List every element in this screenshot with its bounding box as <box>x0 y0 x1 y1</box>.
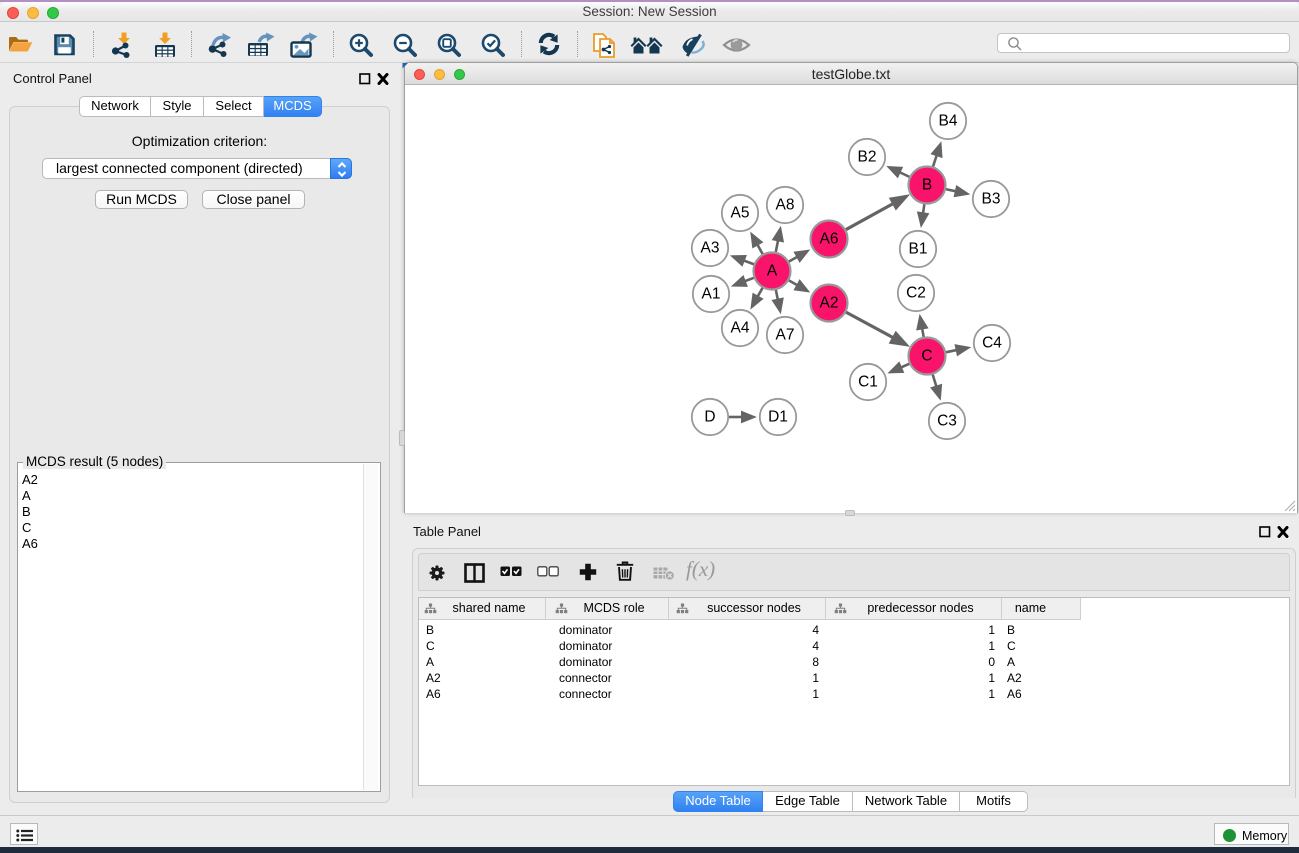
svg-text:D1: D1 <box>768 409 788 426</box>
svg-text:C3: C3 <box>937 413 957 430</box>
svg-text:A2: A2 <box>820 295 839 312</box>
svg-text:A4: A4 <box>731 320 750 337</box>
svg-text:C4: C4 <box>982 335 1002 352</box>
svg-text:A6: A6 <box>820 231 839 248</box>
svg-text:B: B <box>922 177 932 194</box>
svg-text:A8: A8 <box>776 197 795 214</box>
svg-text:D: D <box>704 409 715 426</box>
svg-text:C: C <box>921 348 932 365</box>
svg-text:C2: C2 <box>906 285 926 302</box>
svg-text:A1: A1 <box>702 286 721 303</box>
svg-text:A5: A5 <box>731 205 750 222</box>
svg-text:A: A <box>767 263 778 280</box>
svg-text:C1: C1 <box>858 374 878 391</box>
svg-text:A7: A7 <box>776 327 795 344</box>
svg-text:B2: B2 <box>858 149 877 166</box>
svg-text:B3: B3 <box>982 191 1001 208</box>
svg-text:B1: B1 <box>909 241 928 258</box>
svg-text:B4: B4 <box>939 113 958 130</box>
svg-text:A3: A3 <box>701 240 720 257</box>
